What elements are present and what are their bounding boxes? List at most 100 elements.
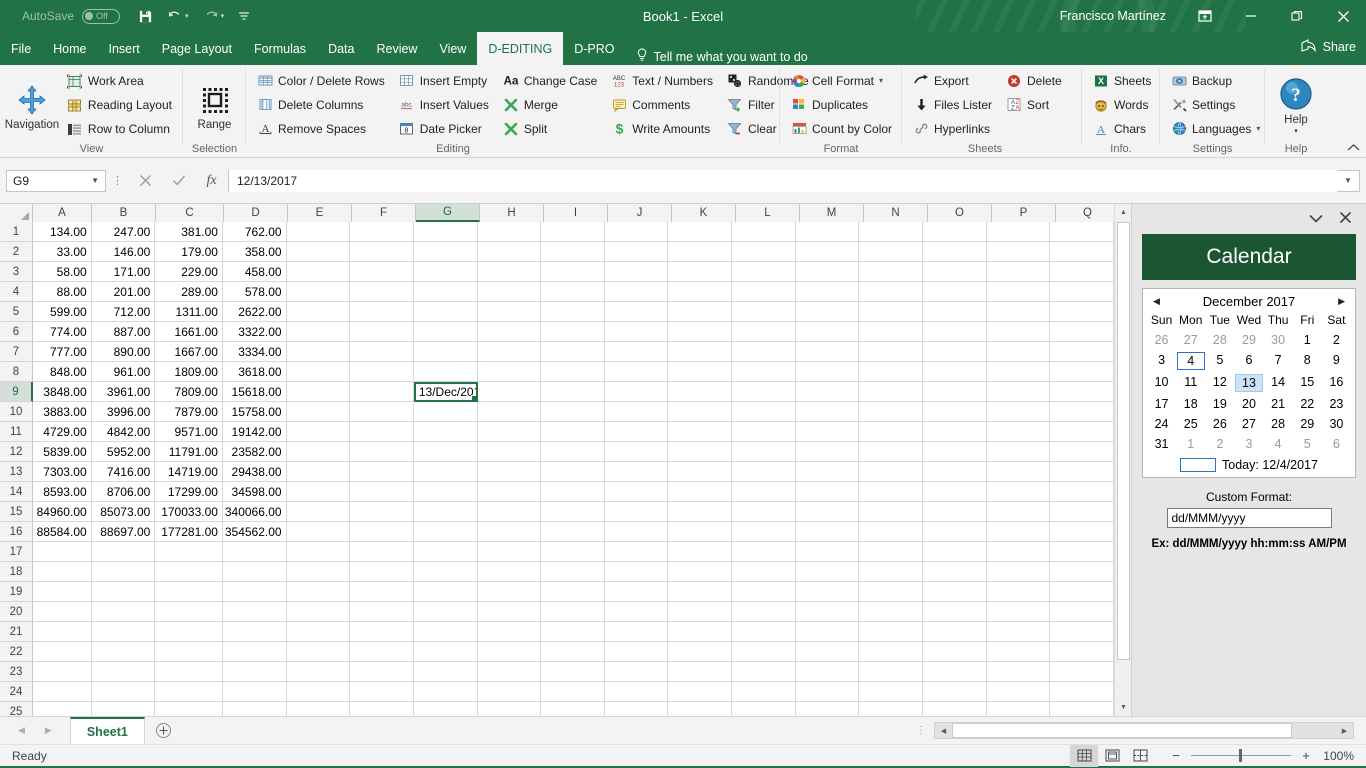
cell-h6[interactable] — [477, 322, 542, 342]
cell-a1[interactable]: 134.00 — [33, 222, 92, 242]
row-header-12[interactable]: 12 — [0, 442, 33, 462]
cell-n5[interactable] — [859, 302, 923, 322]
cell-f12[interactable] — [350, 442, 414, 462]
cell-a8[interactable]: 848.00 — [33, 362, 92, 382]
cell-j16[interactable] — [604, 522, 669, 542]
cell-j13[interactable] — [604, 462, 669, 482]
cell-m24[interactable] — [795, 682, 860, 702]
autosave-toggle[interactable]: Off — [82, 8, 121, 24]
cell-e16[interactable] — [286, 522, 351, 542]
cell-a6[interactable]: 774.00 — [33, 322, 92, 342]
cell-o24[interactable] — [922, 682, 987, 702]
merge-button[interactable]: Merge — [499, 93, 601, 116]
cell-d6[interactable]: 3322.00 — [222, 322, 287, 342]
cell-k14[interactable] — [668, 482, 733, 502]
chevron-down-icon[interactable]: ▾ — [1284, 126, 1308, 138]
calendar-day-3[interactable]: 3 — [1234, 434, 1263, 454]
row-header-7[interactable]: 7 — [0, 342, 33, 362]
cell-q8[interactable] — [1050, 362, 1114, 382]
cell-f11[interactable] — [350, 422, 414, 442]
cell-a3[interactable]: 58.00 — [33, 262, 92, 282]
cell-g10[interactable] — [413, 402, 478, 422]
row-header-13[interactable]: 13 — [0, 462, 33, 482]
chars-button[interactable]: A Chars — [1089, 117, 1155, 140]
cell-n15[interactable] — [859, 502, 923, 522]
sheet-tab-sheet1[interactable]: Sheet1 — [69, 717, 145, 744]
cell-n18[interactable] — [859, 562, 923, 582]
zoom-slider-thumb[interactable] — [1239, 749, 1242, 762]
cell-j15[interactable] — [604, 502, 669, 522]
cell-n17[interactable] — [859, 542, 923, 562]
cell-l13[interactable] — [732, 462, 796, 482]
row-header-5[interactable]: 5 — [0, 302, 33, 322]
cell-c8[interactable]: 1809.00 — [155, 362, 223, 382]
cell-f21[interactable] — [350, 622, 414, 642]
cell-i13[interactable] — [541, 462, 605, 482]
row-header-2[interactable]: 2 — [0, 242, 33, 262]
column-header-a[interactable]: A — [33, 204, 92, 222]
cell-n23[interactable] — [859, 662, 923, 682]
calendar-day-31[interactable]: 31 — [1147, 434, 1176, 454]
cell-f6[interactable] — [350, 322, 414, 342]
cell-j12[interactable] — [604, 442, 669, 462]
cell-l6[interactable] — [732, 322, 796, 342]
cell-j9[interactable] — [604, 382, 669, 402]
cell-o13[interactable] — [922, 462, 987, 482]
cell-i14[interactable] — [541, 482, 605, 502]
scroll-right-icon[interactable]: ▶ — [1336, 723, 1353, 738]
cell-l15[interactable] — [732, 502, 796, 522]
cell-c15[interactable]: 170033.00 — [155, 502, 223, 522]
cell-a13[interactable]: 7303.00 — [33, 462, 92, 482]
remove-spaces-button[interactable]: A Remove Spaces — [253, 117, 389, 140]
calendar-day-29[interactable]: 29 — [1293, 414, 1322, 434]
share-button[interactable]: Share — [1301, 38, 1356, 55]
cell-k24[interactable] — [668, 682, 733, 702]
cell-i12[interactable] — [541, 442, 605, 462]
calendar-day-20[interactable]: 20 — [1234, 394, 1263, 414]
cell-g6[interactable] — [413, 322, 478, 342]
calendar-day-14[interactable]: 14 — [1264, 372, 1293, 394]
cell-p18[interactable] — [986, 562, 1051, 582]
cell-q5[interactable] — [1050, 302, 1114, 322]
last-sheet-icon[interactable]: ▶ — [45, 725, 52, 736]
cell-j5[interactable] — [604, 302, 669, 322]
cell-e6[interactable] — [286, 322, 351, 342]
cell-b21[interactable] — [91, 622, 156, 642]
cell-m9[interactable] — [795, 382, 860, 402]
cell-m11[interactable] — [795, 422, 860, 442]
name-box[interactable]: G9 ▼ — [6, 169, 106, 192]
cell-a21[interactable] — [33, 622, 92, 642]
column-header-n[interactable]: N — [864, 204, 928, 222]
cell-c17[interactable] — [155, 542, 223, 562]
cell-p24[interactable] — [986, 682, 1051, 702]
column-header-b[interactable]: B — [92, 204, 156, 222]
cell-d7[interactable]: 3334.00 — [222, 342, 287, 362]
cell-h22[interactable] — [477, 642, 542, 662]
cell-l16[interactable] — [732, 522, 796, 542]
cell-c3[interactable]: 229.00 — [155, 262, 223, 282]
calendar-day-16[interactable]: 16 — [1322, 372, 1351, 394]
hyperlinks-button[interactable]: Hyperlinks — [909, 117, 996, 140]
cell-i11[interactable] — [541, 422, 605, 442]
settings-button[interactable]: Settings — [1167, 93, 1264, 116]
column-header-g[interactable]: G — [416, 204, 480, 222]
expand-formula-bar-icon[interactable]: ▼ — [1337, 170, 1359, 192]
tab-review[interactable]: Review — [365, 32, 428, 65]
cell-m10[interactable] — [795, 402, 860, 422]
cell-e8[interactable] — [286, 362, 351, 382]
count-by-color-button[interactable]: Count by Color — [787, 117, 896, 140]
cell-e21[interactable] — [286, 622, 351, 642]
calendar-day-22[interactable]: 22 — [1293, 394, 1322, 414]
cell-j17[interactable] — [604, 542, 669, 562]
cell-g11[interactable] — [413, 422, 478, 442]
cell-p5[interactable] — [986, 302, 1051, 322]
cell-j3[interactable] — [604, 262, 669, 282]
undo-dropdown-icon[interactable]: ▾ — [185, 12, 189, 20]
work-area-button[interactable]: Work Area — [63, 70, 176, 93]
cell-p8[interactable] — [986, 362, 1051, 382]
cell-q15[interactable] — [1050, 502, 1114, 522]
row-header-19[interactable]: 19 — [0, 582, 33, 602]
row-header-22[interactable]: 22 — [0, 642, 33, 662]
calendar-day-24[interactable]: 24 — [1147, 414, 1176, 434]
cell-j20[interactable] — [604, 602, 669, 622]
